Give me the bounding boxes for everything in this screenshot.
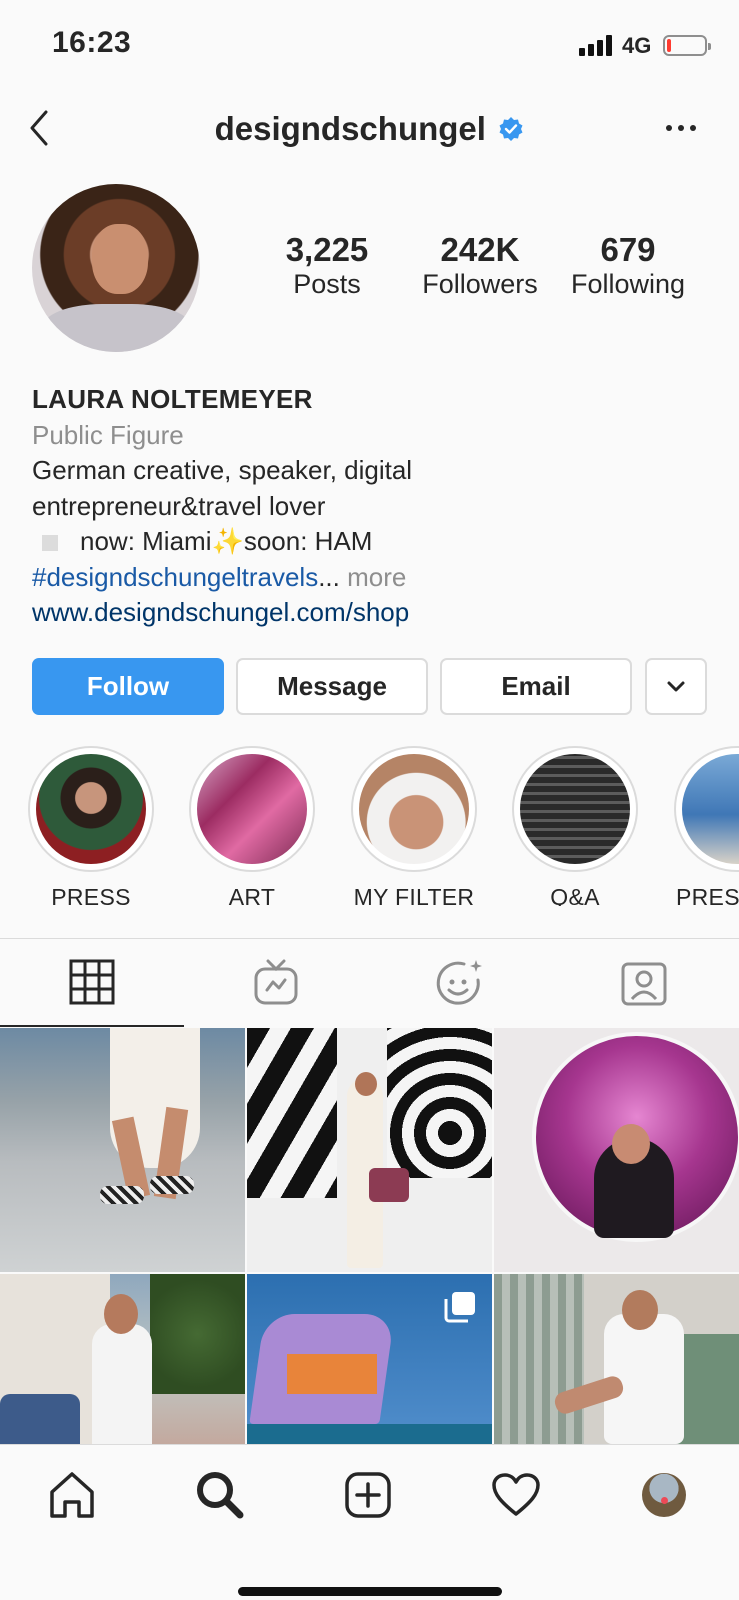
following-value: 679 (600, 231, 656, 268)
placeholder-glyph-icon (42, 535, 58, 552)
nav-search[interactable] (190, 1465, 250, 1525)
battery-icon (663, 35, 711, 56)
home-indicator (238, 1587, 502, 1596)
highlight-art[interactable]: ART (189, 746, 315, 906)
bottom-tab-bar (0, 1444, 739, 1600)
profile-avatar (642, 1473, 686, 1517)
more-options-button[interactable] (666, 120, 702, 136)
following-count[interactable]: 679 Following (563, 231, 693, 302)
posts-grid (0, 1028, 739, 1444)
tab-effects[interactable] (368, 939, 552, 1027)
grid-icon (69, 959, 115, 1005)
highlight-press[interactable]: PRESS (28, 746, 154, 906)
status-time: 16:23 (52, 26, 132, 59)
tab-igtv[interactable] (184, 939, 368, 1027)
bio-line: now: Miami✨soon: HAM (80, 526, 373, 556)
tab-grid[interactable] (0, 939, 184, 1027)
followers-label: Followers (422, 269, 538, 300)
profile-tabs (0, 938, 739, 1028)
network-type: 4G (622, 33, 652, 58)
page-title: designdschungel (214, 110, 486, 147)
posts-count[interactable]: 3,225 Posts (262, 231, 392, 302)
post-thumbnail[interactable] (247, 1028, 492, 1272)
website-link[interactable]: www.designdschungel.com/shop (32, 595, 722, 631)
add-post-icon (345, 1472, 391, 1518)
followers-value: 242K (440, 231, 520, 268)
post-thumbnail[interactable] (494, 1274, 739, 1444)
highlight-my-filter[interactable]: MY FILTER (351, 746, 477, 906)
profile-header: designdschungel (0, 100, 739, 160)
highlight-label: MY FILTER (353, 884, 475, 906)
followers-count[interactable]: 242K Followers (405, 231, 555, 302)
posts-label: Posts (293, 269, 361, 300)
status-bar: 16:23 4G (0, 0, 739, 90)
following-label: Following (570, 269, 686, 300)
signal-icon (579, 34, 615, 56)
post-thumbnail[interactable] (0, 1028, 245, 1272)
highlight-qa[interactable]: Q&A (512, 746, 638, 906)
story-highlights: PRESS ART MY FILTER Q&A PRESS (0, 746, 739, 906)
profile-category: Public Figure (32, 419, 184, 450)
posts-value: 3,225 (285, 231, 369, 268)
ellipsis: ... (318, 561, 340, 592)
hashtag-link[interactable]: #designdschungeltravels (32, 562, 318, 592)
post-thumbnail[interactable] (494, 1028, 739, 1272)
profile-bio: LAURA NOLTEMEYER Public Figure German cr… (32, 382, 722, 631)
bio-hashtag-line: #designdschungeltravels... more (32, 560, 722, 596)
profile-avatar[interactable] (32, 184, 200, 352)
multiple-photos-icon (444, 1292, 475, 1323)
search-icon (197, 1472, 244, 1519)
email-button[interactable]: Email (440, 658, 632, 715)
chevron-down-icon (667, 681, 685, 691)
highlight-label: PRESS (51, 884, 131, 906)
bio-line: entrepreneur&travel lover (32, 490, 326, 521)
bio-location-line: now: Miami✨soon: HAM (32, 524, 722, 560)
tagged-icon (621, 962, 667, 1006)
face-filter-icon (436, 960, 482, 1005)
post-thumbnail[interactable] (0, 1274, 245, 1444)
nav-new-post[interactable] (338, 1465, 398, 1525)
suggestions-dropdown-button[interactable] (645, 658, 707, 715)
notification-dot (661, 1497, 668, 1504)
highlight-label: ART (228, 884, 276, 906)
verified-badge-icon (499, 117, 523, 141)
post-thumbnail[interactable] (247, 1274, 492, 1444)
highlight-label: PRESS (676, 884, 739, 906)
highlight-label: Q&A (550, 884, 600, 906)
bio-line: German creative, speaker, digital (32, 455, 413, 485)
profile-name: LAURA NOLTEMEYER (32, 384, 313, 414)
message-button[interactable]: Message (236, 658, 428, 715)
igtv-icon (254, 959, 298, 1005)
more-link[interactable]: more (347, 562, 406, 592)
heart-icon (492, 1473, 540, 1516)
tab-tagged[interactable] (552, 939, 736, 1027)
home-icon (50, 1472, 94, 1518)
follow-button[interactable]: Follow (32, 658, 224, 715)
highlight-press-2[interactable]: PRESS (674, 746, 739, 906)
nav-profile[interactable] (634, 1465, 694, 1525)
nav-activity[interactable] (486, 1465, 546, 1525)
nav-home[interactable] (42, 1465, 102, 1525)
